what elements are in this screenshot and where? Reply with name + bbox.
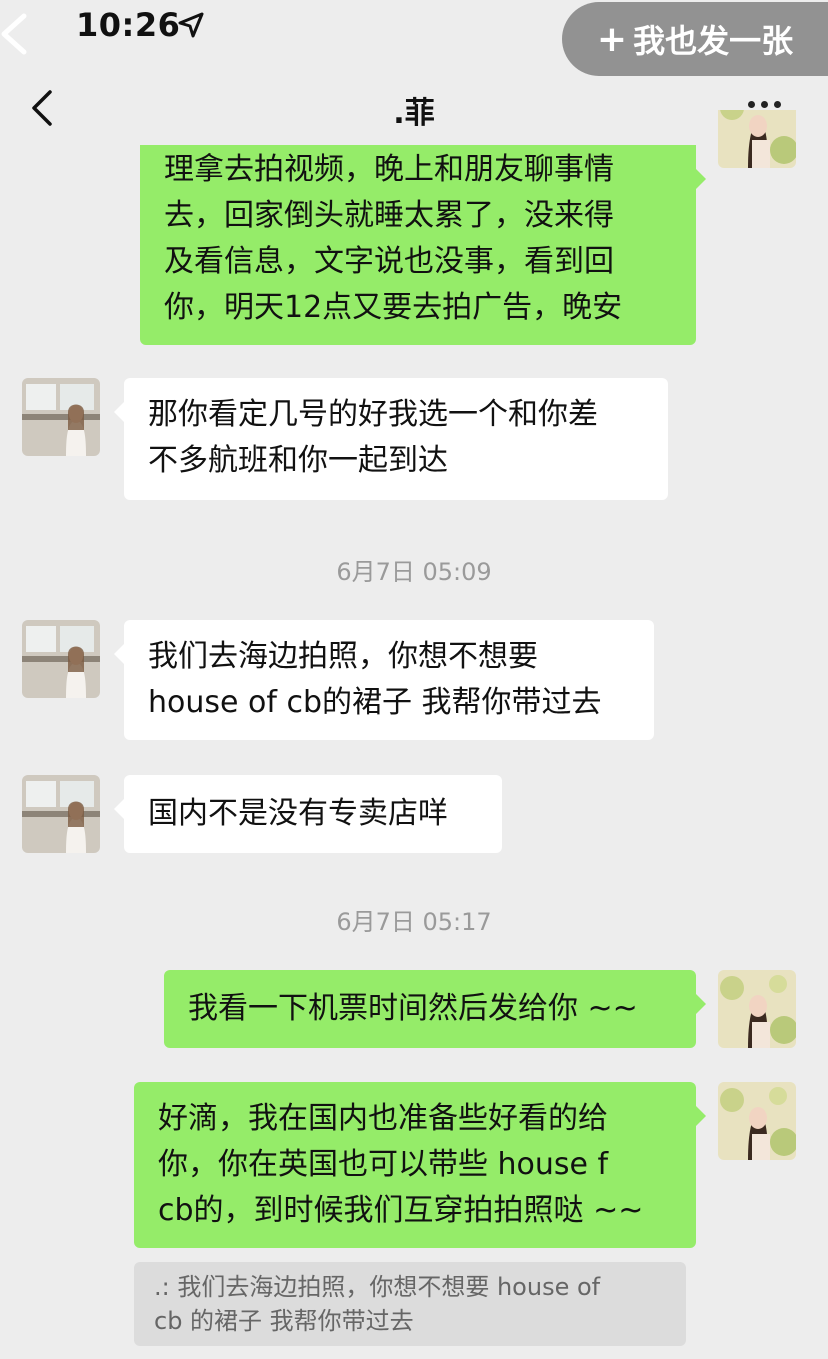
message-bubble-outgoing[interactable]: 好滴，我在国内也准备些好看的给 你，你在英国也可以带些 house f cb的，… (134, 1082, 706, 1248)
my-avatar[interactable] (718, 970, 796, 1048)
plus-icon: + (596, 18, 628, 60)
message-bubble-outgoing[interactable]: 我看一下机票时间然后发给你 ~~ (164, 970, 706, 1048)
status-time: 10:26 (76, 6, 181, 44)
message-bubble-incoming[interactable]: 国内不是没有专卖店咩 (114, 775, 502, 853)
chat-title: .菲 (393, 96, 435, 131)
chat-header: .菲 (0, 70, 828, 146)
contact-avatar[interactable] (22, 378, 100, 456)
share-button[interactable]: + 我也发一张 (562, 2, 828, 76)
back-icon[interactable] (0, 12, 30, 56)
message-bubble-outgoing[interactable]: 理拿去拍视频，晚上和朋友聊事情 去，回家倒头就睡太累了，没来得 及看信息，文字说… (140, 145, 706, 345)
location-arrow-icon (178, 12, 204, 38)
quoted-message[interactable]: .: 我们去海边拍照，你想不想要 house of cb 的裙子 我帮你带过去 (134, 1262, 686, 1346)
timestamp: 6月7日 05:17 (336, 908, 492, 936)
contact-avatar[interactable] (22, 620, 100, 698)
contact-avatar[interactable] (22, 775, 100, 853)
my-avatar[interactable] (718, 110, 796, 168)
share-button-label: 我也发一张 (633, 22, 794, 60)
message-bubble-incoming[interactable]: 我们去海边拍照，你想不想要 house of cb的裙子 我帮你带过去 (114, 620, 654, 740)
message-bubble-incoming[interactable]: 那你看定几号的好我选一个和你差 不多航班和你一起到达 (114, 378, 668, 500)
my-avatar[interactable] (718, 1082, 796, 1160)
timestamp: 6月7日 05:09 (336, 558, 492, 586)
